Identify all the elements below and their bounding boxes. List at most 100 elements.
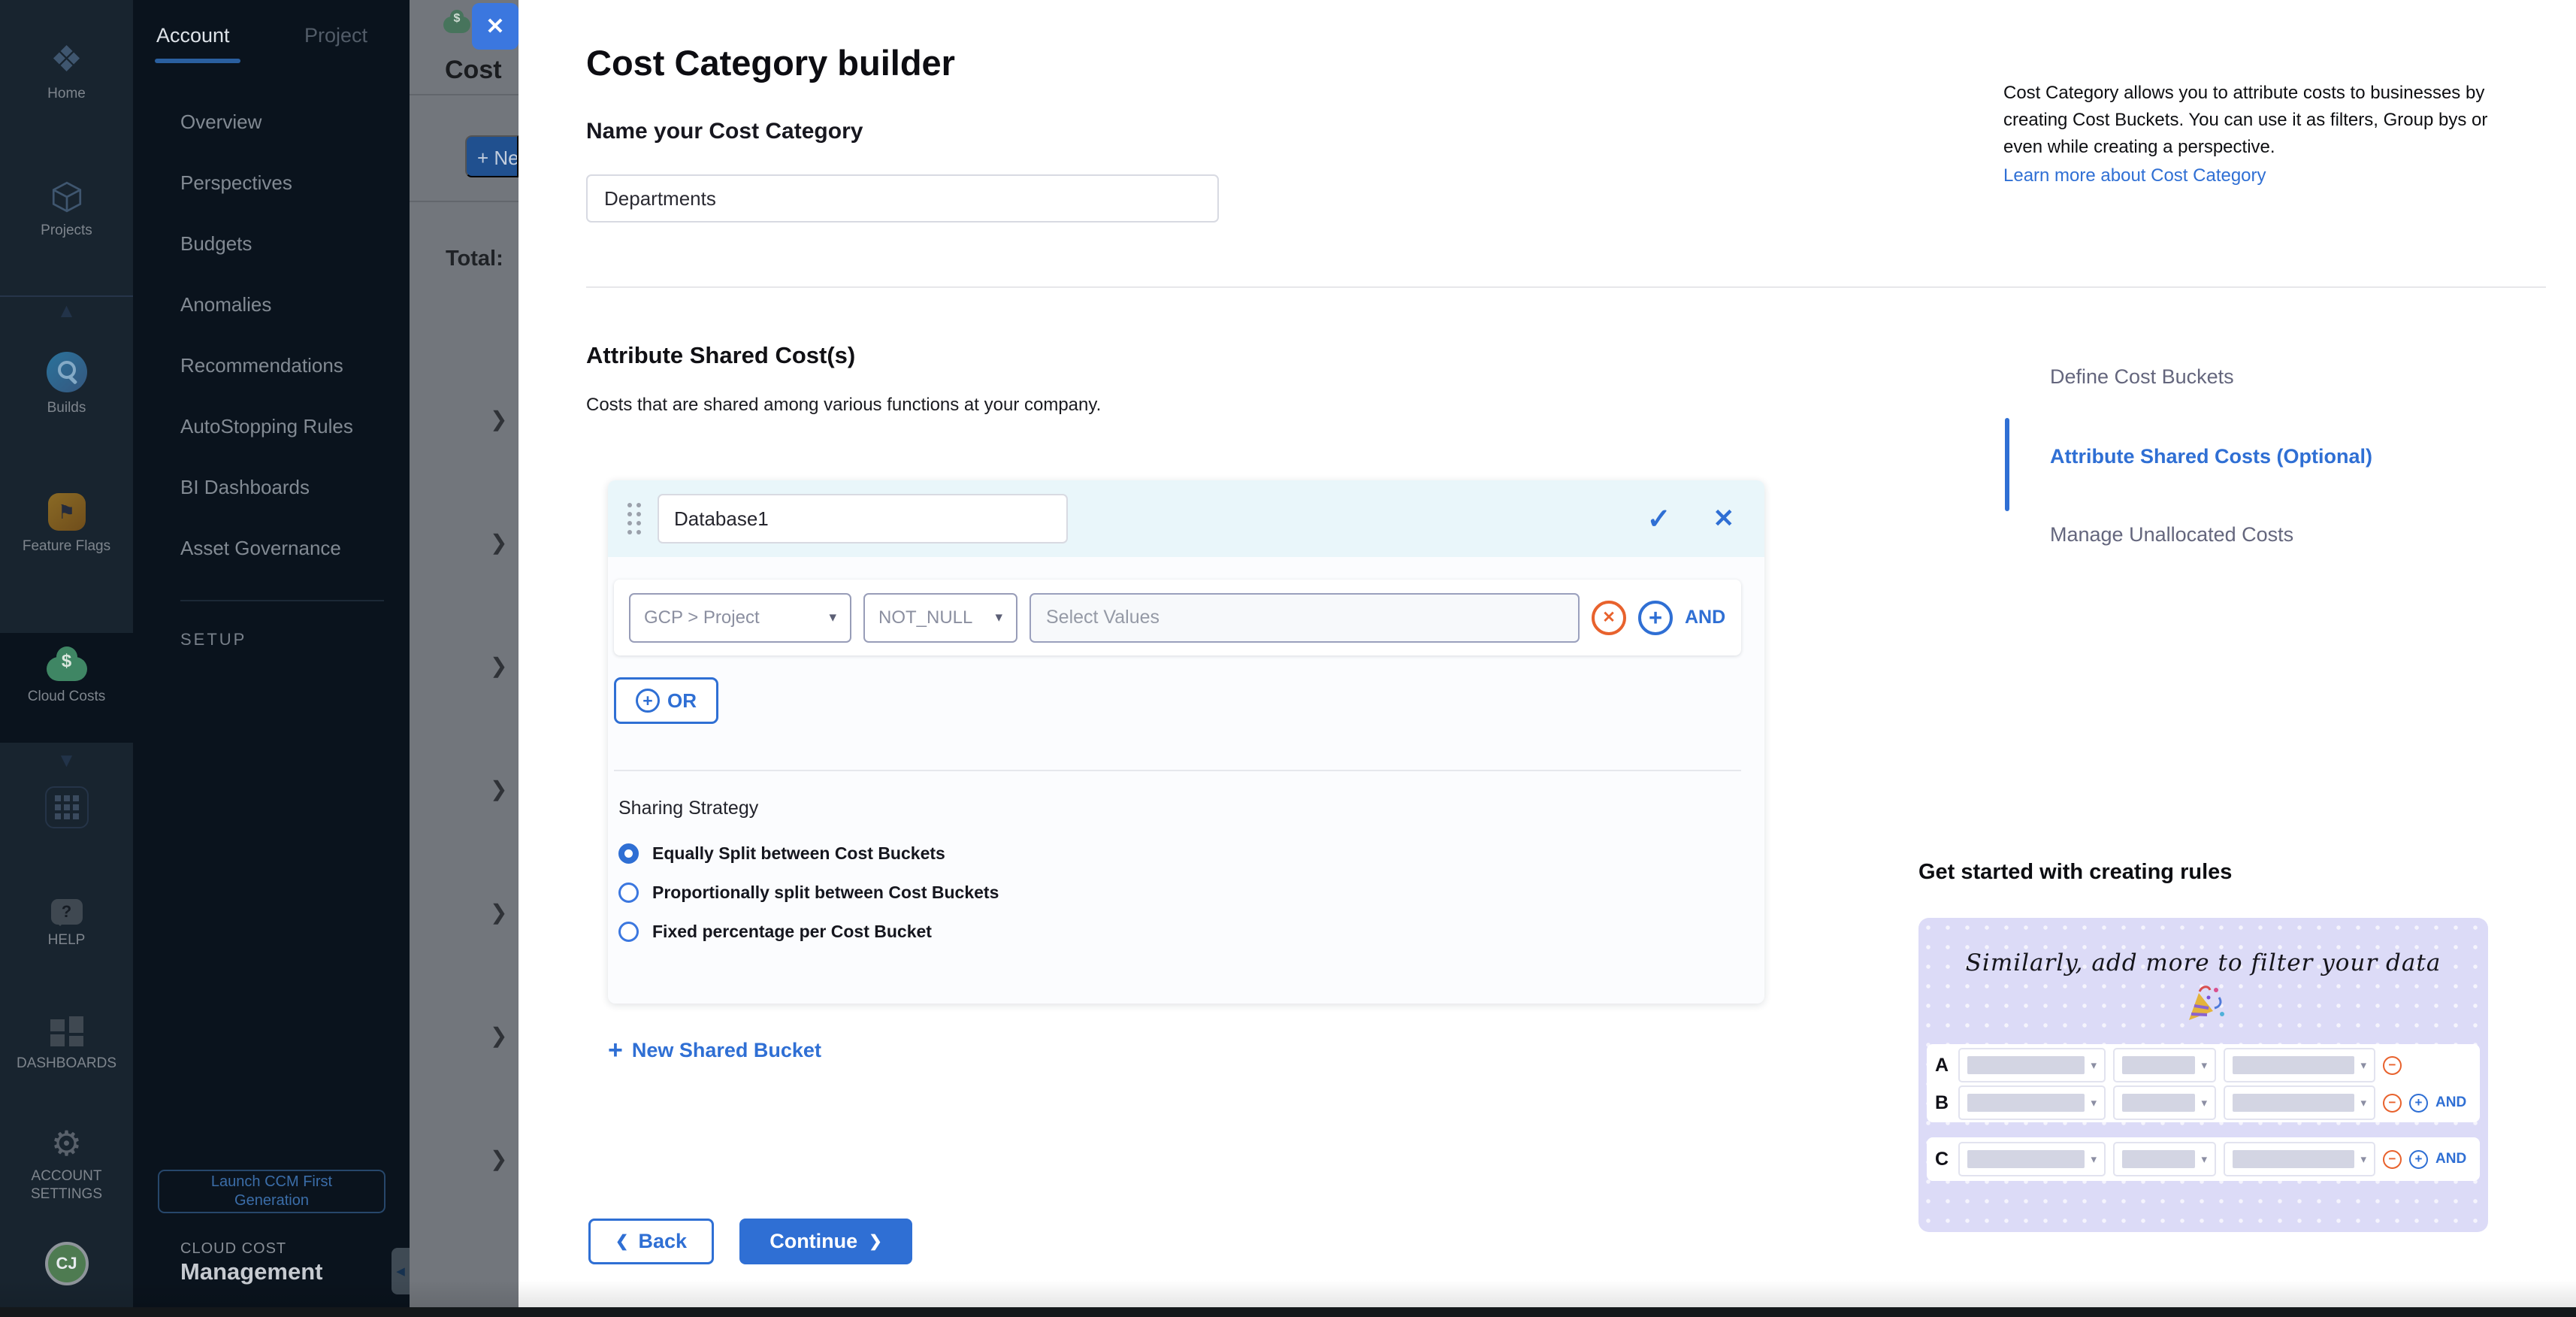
new-shared-bucket-button[interactable]: + New Shared Bucket	[608, 1037, 821, 1063]
back-button[interactable]: ❮ Back	[588, 1219, 714, 1264]
tab-active-underline	[155, 59, 240, 63]
add-row-icon: +	[2409, 1094, 2428, 1113]
caret-down-icon: ▾	[829, 609, 836, 626]
remove-row-icon: −	[2383, 1150, 2402, 1169]
module-grid-icon[interactable]	[45, 786, 89, 828]
placeholder-select: ▾	[1958, 1048, 2106, 1082]
sidebar-item-budgets[interactable]: Budgets	[133, 213, 410, 274]
nav-cloud-costs[interactable]: $ Cloud Costs	[0, 645, 133, 706]
remove-condition-icon[interactable]: ✕	[1592, 601, 1626, 635]
placeholder-select: ▾	[2113, 1085, 2216, 1120]
cloud-costs-page-icon: $	[443, 17, 470, 33]
section-divider	[586, 286, 2546, 288]
shared-costs-description: Costs that are shared among various func…	[586, 395, 1101, 416]
new-cost-category-button[interactable]: + Ne	[465, 135, 519, 177]
builds-icon	[47, 352, 87, 392]
confirm-bucket-icon[interactable]: ✓	[1647, 502, 1671, 536]
step-manage-unallocated-costs[interactable]: Manage Unallocated Costs	[2050, 523, 2293, 546]
sidebar-item-anomalies[interactable]: Anomalies	[133, 274, 410, 335]
sidebar-item-bi-dashboards[interactable]: BI Dashboards	[133, 457, 410, 518]
global-nav-rail: ❖ Home Projects ▲ Builds ⚑ Feature Flags…	[0, 0, 133, 1317]
add-and-condition-icon[interactable]: +	[1638, 601, 1673, 635]
nav-dashboards[interactable]: DASHBOARDS	[0, 1016, 133, 1073]
scroll-up-icon[interactable]: ▲	[0, 299, 133, 322]
help-chat-icon: ?	[51, 899, 83, 925]
placeholder-select: ▾	[2224, 1048, 2375, 1082]
divider	[410, 201, 519, 202]
nav-feature-flags[interactable]: ⚑ Feature Flags	[0, 493, 133, 556]
placeholder-select: ▾	[2113, 1048, 2216, 1082]
module-sidebar: Account Project Overview Perspectives Bu…	[133, 0, 410, 1317]
bucket-body: GCP > Project ▾ NOT_NULL ▾ ✕ + AND + OR	[608, 557, 1764, 1004]
sharing-radio[interactable]	[618, 843, 639, 864]
illustration-callout: Similarly, add more to filter your data	[1918, 949, 2488, 976]
shared-bucket-card: ✓ ✕ GCP > Project ▾ NOT_NULL ▾ ✕ +	[608, 480, 1764, 1004]
row-expand-icon[interactable]: ❯	[490, 900, 507, 925]
app-screen: ❖ Home Projects ▲ Builds ⚑ Feature Flags…	[0, 0, 2576, 1317]
operator-select[interactable]: NOT_NULL ▾	[863, 593, 1017, 643]
caret-down-icon: ▾	[2091, 1058, 2097, 1072]
card-divider	[614, 770, 1741, 771]
values-input[interactable]	[1029, 593, 1580, 643]
sidebar-item-asset-governance[interactable]: Asset Governance	[133, 518, 410, 579]
gear-icon: ⚙	[51, 1126, 82, 1161]
sidebar-item-overview[interactable]: Overview	[133, 92, 410, 153]
step-define-cost-buckets[interactable]: Define Cost Buckets	[2050, 365, 2234, 389]
row-expand-icon[interactable]: ❯	[490, 530, 507, 555]
shared-costs-heading: Attribute Shared Cost(s)	[586, 342, 855, 369]
caret-down-icon: ▾	[2201, 1058, 2207, 1072]
window-bottom-edge	[0, 1307, 2576, 1317]
plus-circle-icon: +	[636, 689, 660, 713]
total-label: Total:	[446, 247, 503, 271]
placeholder-select: ▾	[2224, 1085, 2375, 1120]
learn-more-link[interactable]: Learn more about Cost Category	[2003, 162, 2266, 189]
avatar[interactable]: CJ	[45, 1242, 89, 1285]
tab-account[interactable]: Account	[156, 24, 230, 47]
sidebar-divider	[180, 600, 384, 601]
launch-ccm-first-gen-button[interactable]: Launch CCM First Generation	[158, 1170, 385, 1213]
nav-help[interactable]: ? HELP	[0, 899, 133, 949]
add-or-condition-button[interactable]: + OR	[614, 677, 718, 724]
rule-rows-group-ab: A ▾ ▾ ▾ − B ▾ ▾ ▾ − + AND	[1927, 1044, 2480, 1122]
rule-row-c: C ▾ ▾ ▾ − + AND	[1933, 1142, 2474, 1176]
dashboards-icon	[50, 1016, 83, 1048]
row-expand-icon[interactable]: ❯	[490, 777, 507, 801]
add-row-icon: +	[2409, 1150, 2428, 1169]
continue-button[interactable]: Continue ❯	[739, 1219, 912, 1264]
radio-option-equally-split[interactable]: Equally Split between Cost Buckets	[618, 834, 999, 873]
field-select[interactable]: GCP > Project ▾	[629, 593, 851, 643]
sharing-radio[interactable]	[618, 922, 639, 942]
name-label: Name your Cost Category	[586, 119, 863, 144]
nav-builds[interactable]: Builds	[0, 352, 133, 417]
user-menu[interactable]: CJ	[0, 1242, 133, 1285]
nav-account-settings[interactable]: ⚙ ACCOUNT SETTINGS	[0, 1126, 133, 1203]
placeholder-select: ▾	[1958, 1142, 2106, 1176]
tab-project[interactable]: Project	[304, 24, 367, 47]
radio-option-proportional-split[interactable]: Proportionally split between Cost Bucket…	[618, 873, 999, 912]
row-expand-icon[interactable]: ❯	[490, 1023, 507, 1048]
chevron-left-icon: ❮	[615, 1232, 629, 1251]
and-label[interactable]: AND	[1685, 607, 1725, 628]
sharing-radio[interactable]	[618, 883, 639, 903]
row-expand-icon[interactable]: ❯	[490, 407, 507, 431]
setup-section[interactable]: SETUP	[180, 630, 246, 649]
caret-down-icon: ▾	[2091, 1152, 2097, 1166]
drag-handle-icon[interactable]	[627, 503, 641, 534]
bucket-name-input[interactable]	[658, 494, 1068, 543]
sidebar-item-recommendations[interactable]: Recommendations	[133, 335, 410, 396]
step-attribute-shared-costs[interactable]: Attribute Shared Costs (Optional)	[2050, 445, 2372, 468]
cost-category-name-input[interactable]	[586, 174, 1219, 223]
sidebar-item-perspectives[interactable]: Perspectives	[133, 153, 410, 213]
scroll-down-icon[interactable]: ▼	[0, 749, 133, 772]
nav-home[interactable]: ❖ Home	[0, 42, 133, 103]
row-expand-icon[interactable]: ❯	[490, 653, 507, 678]
radio-option-fixed-percentage[interactable]: Fixed percentage per Cost Bucket	[618, 912, 999, 951]
remove-bucket-icon[interactable]: ✕	[1713, 504, 1735, 534]
drawer-close-button[interactable]: ✕	[472, 3, 519, 50]
nav-projects[interactable]: Projects	[0, 179, 133, 240]
background-page: $ Cost + Ne Total: ❯ ❯ ❯ ❯ ❯ ❯ ❯	[410, 0, 519, 1317]
row-expand-icon[interactable]: ❯	[490, 1146, 507, 1171]
sidebar-item-autostopping-rules[interactable]: AutoStopping Rules	[133, 396, 410, 457]
feature-flags-icon: ⚑	[48, 493, 86, 531]
rule-row-b: B ▾ ▾ ▾ − + AND	[1933, 1085, 2474, 1120]
